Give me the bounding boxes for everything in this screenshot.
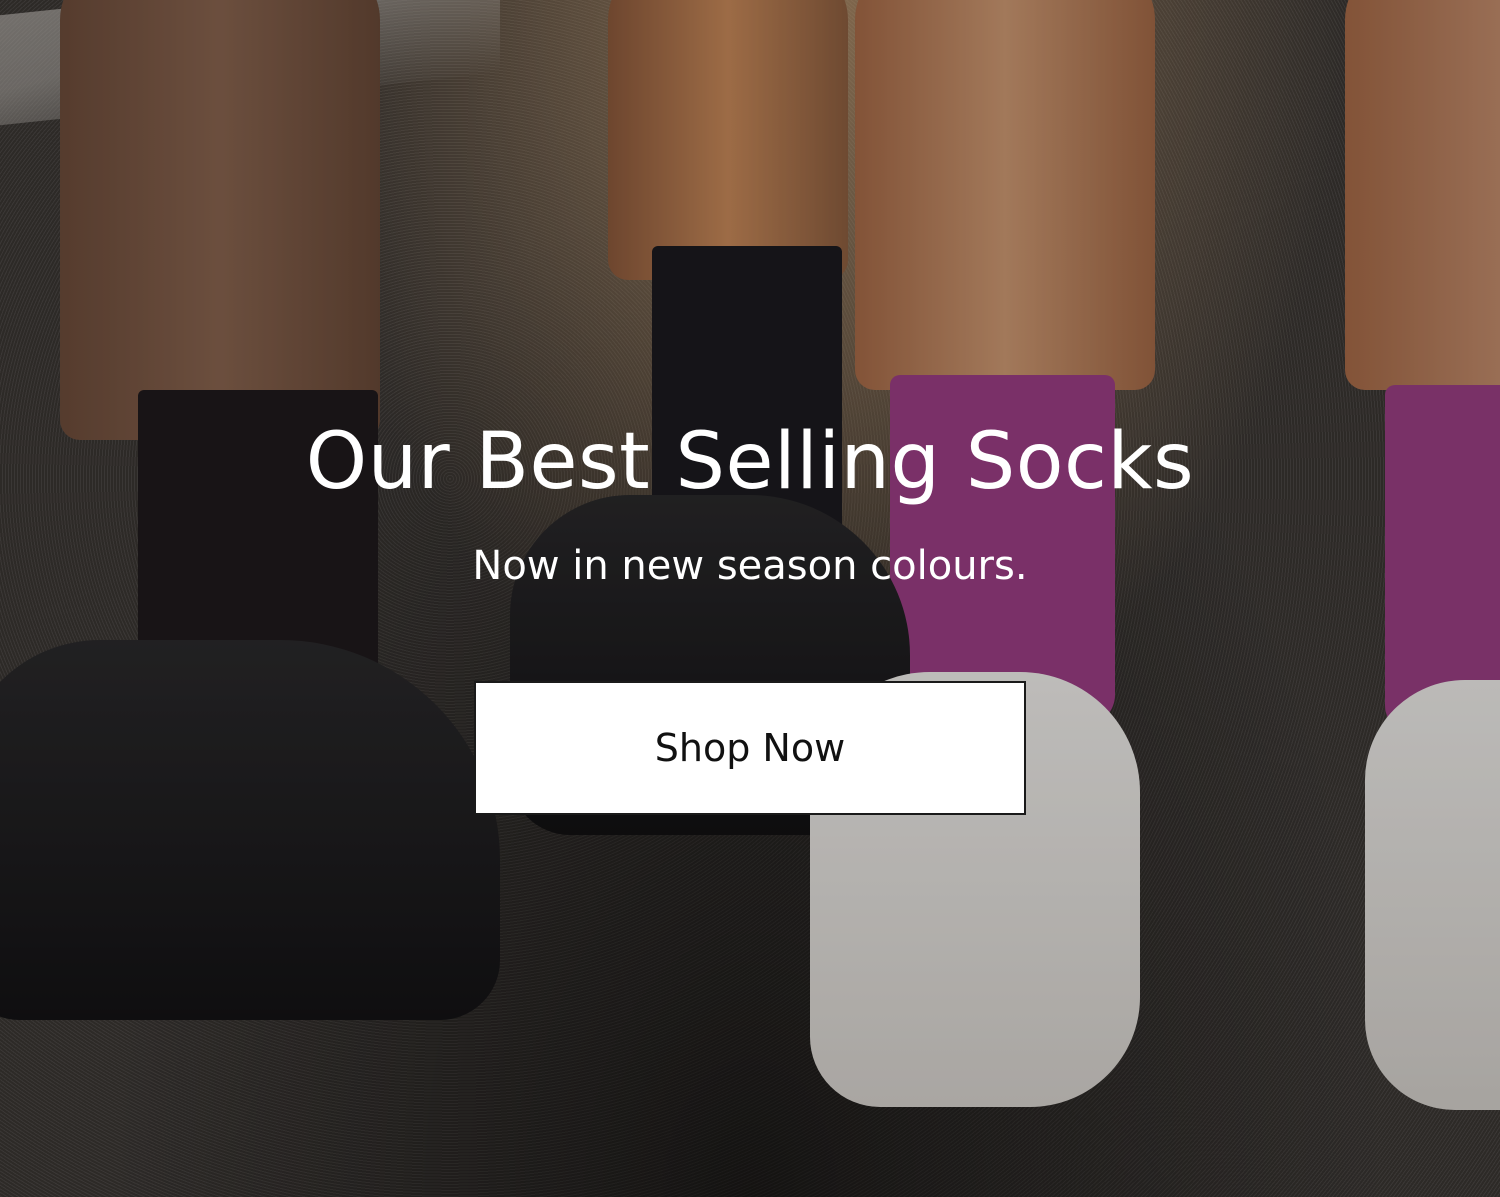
shop-now-button[interactable]: Shop Now (474, 681, 1026, 815)
hero-content: Our Best Selling Socks Now in new season… (0, 0, 1500, 1197)
hero-banner: Our Best Selling Socks Now in new season… (0, 0, 1500, 1197)
hero-headline: Our Best Selling Socks (305, 417, 1195, 507)
hero-subheadline: Now in new season colours. (472, 543, 1028, 589)
